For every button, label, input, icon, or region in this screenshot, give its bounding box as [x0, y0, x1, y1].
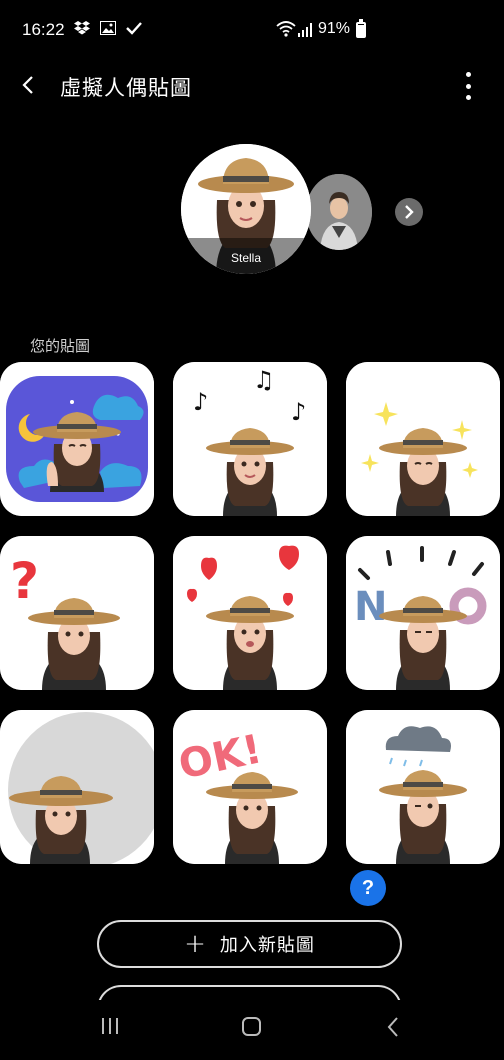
sticker-rain-cloud[interactable] [346, 710, 500, 864]
battery-icon [356, 19, 366, 38]
page-title: 虛擬人偶貼圖 [60, 76, 192, 100]
avatar-name: Stella [230, 251, 262, 265]
next-avatar-button[interactable] [395, 198, 423, 226]
more-vert-icon [465, 72, 471, 77]
avatar-option-secondary[interactable] [306, 174, 372, 250]
sticker-question-mark[interactable]: ? [0, 536, 154, 690]
dropbox-icon [74, 20, 90, 40]
battery-fill [358, 25, 364, 36]
nav-back-button[interactable] [386, 1016, 400, 1038]
svg-text:?: ? [10, 552, 39, 610]
recent-apps-icon [102, 1018, 104, 1034]
avatar-name-band: Stella [181, 238, 311, 274]
svg-text:N: N [354, 584, 387, 630]
chevron-right-icon [405, 205, 414, 219]
app-bar: 虛擬人偶貼圖 [0, 60, 504, 116]
sticker-ok[interactable]: OK! [173, 710, 327, 864]
sticker-sparkles[interactable] [346, 362, 500, 516]
svg-text:♪: ♪ [193, 388, 208, 416]
status-notification-icons [74, 20, 142, 40]
recent-apps-button[interactable] [102, 1018, 118, 1034]
svg-text:♪: ♪ [291, 398, 306, 426]
sticker-grey-circle[interactable] [0, 710, 154, 864]
more-options-button[interactable] [462, 72, 474, 100]
status-time: 16:22 [22, 20, 65, 39]
sticker-hearts[interactable] [173, 536, 327, 690]
add-sticker-button[interactable]: + 加入新貼圖 [97, 920, 402, 968]
sticker-no[interactable]: N [346, 536, 500, 690]
avatar-option-selected[interactable]: Stella [181, 144, 311, 274]
signal-icon [298, 22, 314, 41]
check-icon [126, 20, 142, 40]
wifi-icon [276, 20, 296, 41]
back-button[interactable] [14, 70, 42, 100]
sticker-music-notes[interactable]: ♪ ♫ ♪ [173, 362, 327, 516]
help-button[interactable]: ? [350, 870, 386, 906]
add-sticker-label: 加入新貼圖 [219, 935, 315, 956]
avatar-male-icon [306, 174, 372, 250]
chevron-left-icon [22, 76, 33, 94]
svg-text:♫: ♫ [253, 366, 275, 394]
battery-percent: 91% [318, 20, 351, 37]
stickers-section-label: 您的貼圖 [30, 337, 91, 355]
plus-icon: + [184, 929, 206, 959]
home-button[interactable] [242, 1017, 261, 1036]
sticker-night-sky[interactable] [0, 362, 154, 516]
image-icon [100, 20, 116, 40]
navigation-bar [0, 1000, 504, 1060]
status-bar: 16:22 91% [0, 0, 504, 60]
